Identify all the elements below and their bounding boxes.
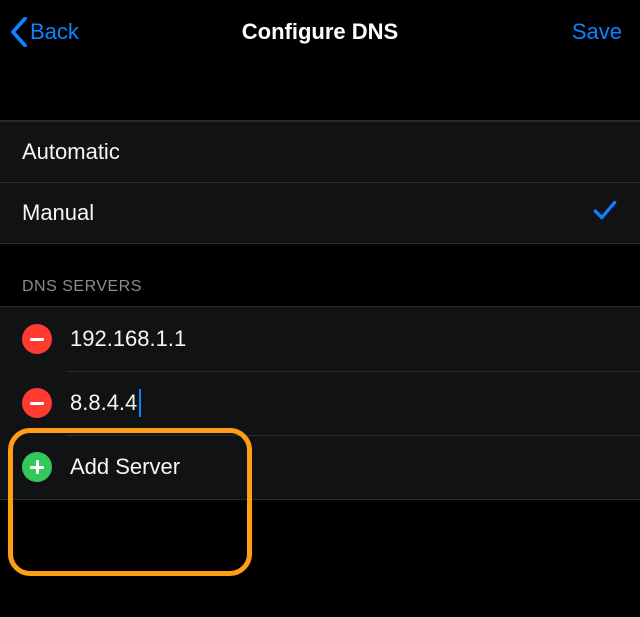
add-server-button[interactable] [22, 452, 52, 482]
back-button[interactable]: Back [10, 17, 79, 47]
mode-option-manual[interactable]: Manual [0, 182, 640, 243]
server-ip[interactable]: 192.168.1.1 [70, 326, 186, 352]
page-title: Configure DNS [0, 19, 640, 45]
server-ip: 8.8.4.4 [70, 390, 137, 416]
mode-option-automatic[interactable]: Automatic [0, 121, 640, 182]
dns-servers-list: 192.168.1.1 8.8.4.4 Add Server [0, 306, 640, 500]
dns-server-row[interactable]: 192.168.1.1 [0, 307, 640, 371]
minus-icon [30, 402, 44, 405]
server-ip-editing[interactable]: 8.8.4.4 [70, 389, 141, 417]
spacer [0, 64, 640, 120]
minus-icon [30, 338, 44, 341]
section-header-dns-servers: DNS SERVERS [0, 244, 640, 306]
navigation-bar: Back Configure DNS Save [0, 0, 640, 64]
back-label: Back [30, 19, 79, 45]
text-cursor [139, 389, 141, 417]
configure-dns-screen: Back Configure DNS Save Automatic Manual… [0, 0, 640, 617]
dns-server-row[interactable]: 8.8.4.4 [0, 371, 640, 435]
remove-server-button[interactable] [22, 324, 52, 354]
mode-option-label: Manual [22, 200, 94, 226]
mode-option-label: Automatic [22, 139, 120, 165]
plus-icon [36, 460, 39, 474]
dns-mode-group: Automatic Manual [0, 120, 640, 244]
remove-server-button[interactable] [22, 388, 52, 418]
chevron-left-icon [10, 17, 28, 47]
checkmark-icon [592, 197, 618, 229]
save-button[interactable]: Save [572, 19, 622, 45]
add-server-label: Add Server [70, 454, 180, 480]
add-server-row[interactable]: Add Server [0, 435, 640, 499]
